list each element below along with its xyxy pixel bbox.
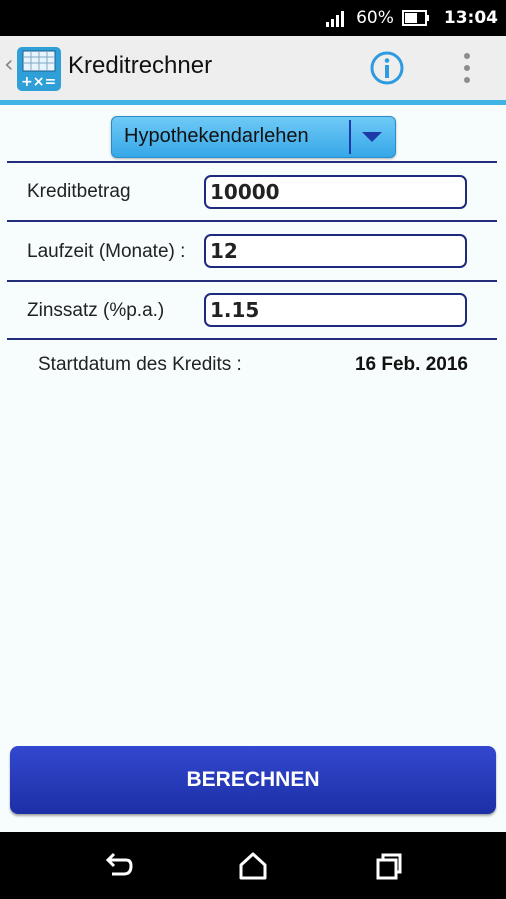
dropdown-separator xyxy=(349,120,351,154)
term-field[interactable] xyxy=(204,234,467,268)
back-icon[interactable]: ‹ xyxy=(4,50,14,78)
amount-input[interactable] xyxy=(206,177,465,207)
battery-percent: 60% xyxy=(356,8,394,28)
more-vert-icon[interactable] xyxy=(457,50,477,86)
svg-text:+×=: +×= xyxy=(21,74,56,90)
app-bar: ‹ +×= Kreditrechner xyxy=(0,36,506,105)
app-title: Kreditrechner xyxy=(68,52,213,79)
amount-label: Kreditbetrag xyxy=(27,181,131,202)
calculator-icon[interactable]: +×= xyxy=(17,47,61,91)
clock: 13:04 xyxy=(443,8,498,28)
loan-type-dropdown[interactable]: Hypothekendarlehen xyxy=(111,116,396,158)
navigation-bar xyxy=(0,832,506,899)
status-bar: 60% 13:04 xyxy=(0,0,506,36)
home-icon[interactable] xyxy=(235,848,271,884)
battery-icon xyxy=(401,10,429,26)
calculate-button[interactable]: BERECHNEN xyxy=(10,746,496,814)
amount-field[interactable] xyxy=(204,175,467,209)
start-date-value[interactable]: 16 Feb. 2016 xyxy=(355,354,468,376)
divider xyxy=(7,161,497,163)
start-date-label: Startdatum des Kredits : xyxy=(38,354,242,375)
calculate-button-label: BERECHNEN xyxy=(186,768,320,791)
rate-field[interactable] xyxy=(204,293,467,327)
rate-label: Zinssatz (%p.a.) xyxy=(27,300,165,321)
term-input[interactable] xyxy=(206,236,465,266)
divider xyxy=(7,280,497,282)
signal-icon xyxy=(326,11,345,27)
term-label: Laufzeit (Monate) : xyxy=(27,241,186,262)
rate-input[interactable] xyxy=(206,295,465,325)
info-icon[interactable] xyxy=(369,50,405,86)
back-nav-icon[interactable] xyxy=(100,848,136,884)
loan-type-selected: Hypothekendarlehen xyxy=(124,125,309,147)
divider xyxy=(7,220,497,222)
chevron-down-icon xyxy=(362,132,382,142)
divider xyxy=(7,338,497,340)
recent-apps-icon[interactable] xyxy=(370,848,406,884)
